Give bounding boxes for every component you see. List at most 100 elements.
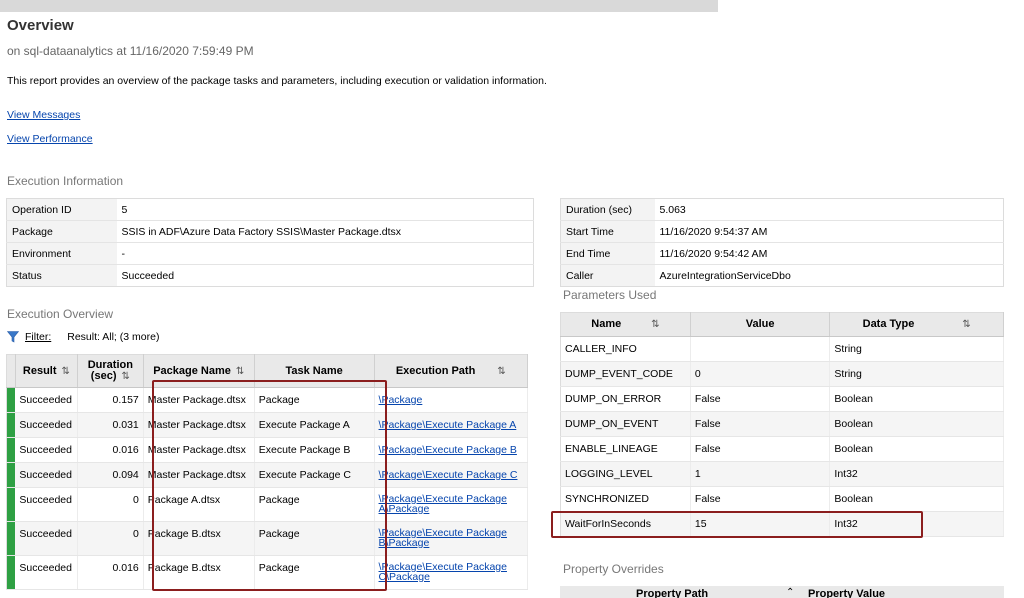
param-name-cell: SYNCHRONIZED [560, 486, 691, 512]
page-title: Overview [7, 17, 74, 34]
duration-cell: 0.016 [77, 555, 144, 590]
param-value-cell: False [690, 386, 831, 412]
report-description: This report provides an overview of the … [7, 75, 547, 87]
table-row[interactable]: Succeeded 0 Package A.dtsx Package \Package\… [6, 487, 529, 522]
table-row[interactable]: DUMP_ON_EVENT False Boolean [560, 411, 1004, 437]
status-column-header [6, 354, 16, 388]
param-value-cell: False [690, 411, 831, 437]
task-name-cell: Execute Package A [254, 412, 375, 438]
info-label: Package [6, 220, 117, 243]
param-type-cell: Boolean [829, 436, 1004, 462]
task-name-cell: Execute Package B [254, 437, 375, 463]
status-indicator [6, 555, 16, 590]
column-header-result[interactable]: Result ⇅ [15, 354, 78, 388]
execution-path-link[interactable]: \Package\Execute Package C\Package [374, 555, 529, 590]
duration-cell: 0.094 [77, 462, 144, 488]
table-row[interactable]: Succeeded 0 Package B.dtsx Package \Package\… [6, 521, 529, 556]
param-value-cell [690, 336, 831, 362]
duration-cell: 0.016 [77, 437, 144, 463]
column-header-property-path[interactable]: Property Path [636, 588, 708, 598]
table-row[interactable]: DUMP_ON_ERROR False Boolean [560, 386, 1004, 412]
column-header-package-name[interactable]: Package Name ⇅ [143, 354, 255, 388]
info-row: Environment - [6, 242, 534, 265]
column-header-label: Package Name [153, 364, 231, 377]
table-row[interactable]: Succeeded 0.031 Master Package.dtsx Execute… [6, 412, 529, 438]
status-indicator [6, 462, 16, 488]
sort-icon[interactable]: ⇅ [651, 319, 659, 330]
table-row[interactable]: LOGGING_LEVEL 1 Int32 [560, 461, 1004, 487]
column-header-execution-path[interactable]: Execution Path ⇅ [374, 354, 529, 388]
execution-path-link[interactable]: \Package\Execute Package B [374, 437, 529, 463]
param-name-cell: ENABLE_LINEAGE [560, 436, 691, 462]
param-name-cell: DUMP_ON_EVENT [560, 411, 691, 437]
execution-path-link[interactable]: \Package\Execute Package A [374, 412, 529, 438]
column-header-label: Value [745, 318, 775, 330]
result-cell: Succeeded [15, 462, 78, 488]
param-value-cell: 1 [690, 461, 831, 487]
param-name-cell: WaitForInSeconds [560, 511, 691, 537]
column-header-property-value[interactable]: Property Value [808, 588, 885, 598]
execution-information-heading: Execution Information [7, 174, 124, 188]
sort-icon[interactable]: ⇅ [121, 371, 129, 382]
info-value: 5 [116, 198, 534, 221]
table-row[interactable]: Succeeded 0.157 Master Package.dtsx Package… [6, 387, 529, 413]
info-label: Environment [6, 242, 117, 265]
status-indicator [6, 412, 16, 438]
param-type-cell: Int32 [829, 461, 1004, 487]
column-header-task-name[interactable]: Task Name [254, 354, 375, 388]
column-header-name[interactable]: Name ⇅ [560, 312, 691, 337]
result-cell: Succeeded [15, 412, 78, 438]
table-row[interactable]: ENABLE_LINEAGE False Boolean [560, 436, 1004, 462]
column-header-data-type[interactable]: Data Type ⇅ [829, 312, 1004, 337]
param-name-cell: DUMP_EVENT_CODE [560, 361, 691, 387]
sort-icon[interactable]: ⌃ [786, 587, 794, 598]
table-row[interactable]: Succeeded 0.094 Master Package.dtsx Execute… [6, 462, 529, 488]
info-label: Caller [560, 264, 655, 287]
execution-path-link[interactable]: \Package [374, 387, 529, 413]
package-name-cell: Master Package.dtsx [143, 437, 255, 463]
duration-cell: 0 [77, 521, 144, 556]
filter-value: Result: All; (3 more) [67, 331, 160, 343]
status-indicator [6, 387, 16, 413]
package-name-cell: Package A.dtsx [143, 487, 255, 522]
execution-path-link[interactable]: \Package\Execute Package B\Package [374, 521, 529, 556]
info-label: Status [6, 264, 117, 287]
view-messages-link[interactable]: View Messages [7, 109, 80, 121]
sort-icon[interactable]: ⇅ [236, 366, 244, 377]
sort-icon[interactable]: ⇅ [962, 319, 970, 330]
table-row[interactable]: Succeeded 0.016 Master Package.dtsx Execute… [6, 437, 529, 463]
table-row[interactable]: DUMP_EVENT_CODE 0 String [560, 361, 1004, 387]
task-name-cell: Package [254, 521, 375, 556]
package-name-cell: Package B.dtsx [143, 521, 255, 556]
execution-overview-heading: Execution Overview [7, 307, 114, 321]
filter-link[interactable]: Filter: [25, 331, 51, 343]
status-indicator [6, 487, 16, 522]
column-header-label: Name [591, 318, 622, 330]
sort-icon[interactable]: ⇅ [62, 366, 70, 377]
filter-icon[interactable] [7, 331, 19, 343]
sort-icon[interactable]: ⇅ [497, 366, 505, 377]
column-header-value[interactable]: Value [690, 312, 831, 337]
table-row[interactable]: WaitForInSeconds 15 Int32 [560, 511, 1004, 537]
info-row: End Time 11/16/2020 9:54:42 AM [560, 242, 1004, 265]
info-label: Start Time [560, 220, 655, 243]
table-row[interactable]: CALLER_INFO String [560, 336, 1004, 362]
package-name-cell: Master Package.dtsx [143, 387, 255, 413]
execution-path-link[interactable]: \Package\Execute Package A\Package [374, 487, 529, 522]
param-type-cell: String [829, 336, 1004, 362]
table-row[interactable]: Succeeded 0.016 Package B.dtsx Package \Pack… [6, 555, 529, 590]
column-header-label: Data Type [862, 318, 915, 330]
execution-path-link[interactable]: \Package\Execute Package C [374, 462, 529, 488]
table-row[interactable]: SYNCHRONIZED False Boolean [560, 486, 1004, 512]
info-row: Duration (sec) 5.063 [560, 198, 1004, 221]
param-name-cell: CALLER_INFO [560, 336, 691, 362]
result-cell: Succeeded [15, 437, 78, 463]
result-cell: Succeeded [15, 487, 78, 522]
param-value-cell: False [690, 436, 831, 462]
page-subtitle: on sql-dataanalytics at 11/16/2020 7:59:… [7, 44, 254, 58]
param-name-cell: LOGGING_LEVEL [560, 461, 691, 487]
column-header-duration[interactable]: Duration (sec) ⇅ [77, 354, 144, 388]
info-label: End Time [560, 242, 655, 265]
parameters-used-heading: Parameters Used [563, 288, 657, 302]
view-performance-link[interactable]: View Performance [7, 133, 93, 145]
